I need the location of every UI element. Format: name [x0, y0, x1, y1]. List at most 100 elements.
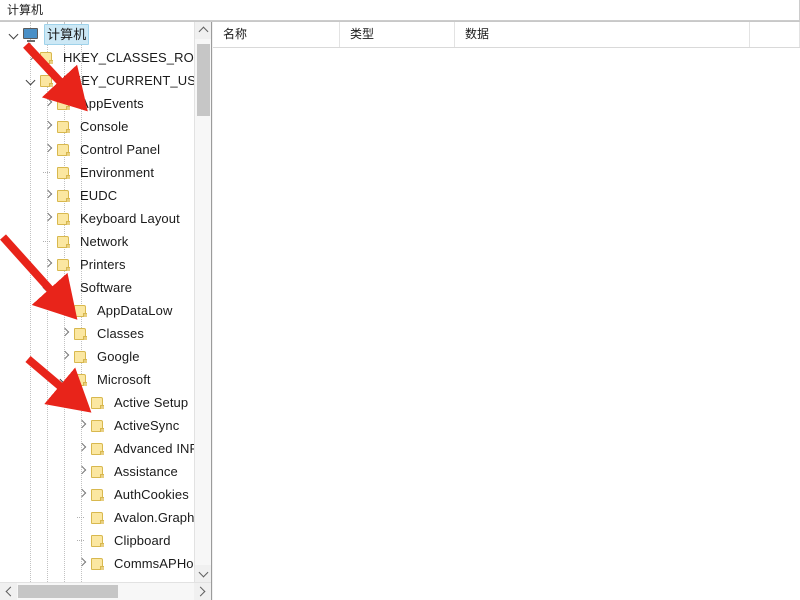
column-header-类型[interactable]: 类型	[340, 22, 455, 47]
registry-tree-viewport[interactable]: 计算机 HKEY_CLASSES_ROOT HKEY_CURRENT_USER App…	[0, 22, 194, 582]
tree-item-google[interactable]: Google	[0, 345, 194, 368]
tree-item-label: Keyboard Layout	[80, 211, 180, 226]
tree-item-authcookies[interactable]: AuthCookies	[0, 483, 194, 506]
expander-collapsed-icon[interactable]	[40, 115, 56, 138]
expander-collapsed-icon[interactable]	[57, 299, 73, 322]
tree-item-label: Environment	[80, 165, 155, 180]
folder-icon	[73, 304, 89, 318]
tree-item-software[interactable]: Software	[0, 276, 194, 299]
folder-icon	[90, 419, 106, 433]
tree-item-label: AuthCookies	[114, 487, 189, 502]
tree-horizontal-scrollbar[interactable]	[0, 582, 211, 600]
tree-item-commsaphost[interactable]: CommsAPHost	[0, 552, 194, 575]
folder-icon	[56, 258, 72, 272]
expander-collapsed-icon[interactable]	[74, 391, 90, 414]
tree-item-eudc[interactable]: EUDC	[0, 184, 194, 207]
tree-item-control-panel[interactable]: Control Panel	[0, 138, 194, 161]
tree-item-label: Software	[80, 280, 133, 295]
tree-item-printers[interactable]: Printers	[0, 253, 194, 276]
folder-icon	[56, 235, 72, 249]
tree-item-label: Avalon.Graphics	[114, 510, 194, 525]
tree-item-console[interactable]: Console	[0, 115, 194, 138]
expander-expanded-icon[interactable]	[57, 368, 73, 391]
tree-item-clipboard[interactable]: Clipboard	[0, 529, 194, 552]
folder-icon	[90, 442, 106, 456]
column-header-spacer-3[interactable]	[750, 22, 800, 47]
tree-vscroll-track[interactable]	[195, 39, 211, 565]
folder-icon	[90, 465, 106, 479]
tree-item-active-setup[interactable]: Active Setup	[0, 391, 194, 414]
expander-collapsed-icon[interactable]	[40, 138, 56, 161]
tree-item-hkey-classes-root[interactable]: HKEY_CLASSES_ROOT	[0, 46, 194, 69]
computer-icon	[22, 27, 40, 42]
tree-item-label: Microsoft	[97, 372, 151, 387]
chevron-down-icon	[198, 567, 209, 578]
tree-item-activesync[interactable]: ActiveSync	[0, 414, 194, 437]
tree-item-hkey-current-user[interactable]: HKEY_CURRENT_USER	[0, 69, 194, 92]
tree-item-label: Active Setup	[114, 395, 189, 410]
main-content: 计算机 HKEY_CLASSES_ROOT HKEY_CURRENT_USER App…	[0, 22, 800, 600]
tree-item-label: AppDataLow	[97, 303, 173, 318]
tree-item-appdatalow[interactable]: AppDataLow	[0, 299, 194, 322]
expander-expanded-icon[interactable]	[23, 69, 39, 92]
expander-collapsed-icon[interactable]	[74, 483, 90, 506]
chevron-left-icon	[5, 586, 16, 597]
tree-item-keyboard-layout[interactable]: Keyboard Layout	[0, 207, 194, 230]
tree-scroll-right-button[interactable]	[194, 583, 211, 600]
folder-icon	[56, 97, 72, 111]
expander-expanded-icon[interactable]	[40, 276, 56, 299]
tree-item-environment[interactable]: Environment	[0, 161, 194, 184]
tree-item-microsoft[interactable]: Microsoft	[0, 368, 194, 391]
registry-tree-pane: 计算机 HKEY_CLASSES_ROOT HKEY_CURRENT_USER App…	[0, 22, 212, 600]
expander-collapsed-icon[interactable]	[40, 184, 56, 207]
tree-hscroll-thumb[interactable]	[18, 585, 118, 598]
address-bar[interactable]: 计算机	[0, 0, 800, 22]
tree-scroll-up-button[interactable]	[195, 22, 211, 39]
tree-item-avalon-graphics[interactable]: Avalon.Graphics	[0, 506, 194, 529]
tree-item-assistance[interactable]: Assistance	[0, 460, 194, 483]
tree-item-label: Control Panel	[80, 142, 161, 157]
folder-icon	[73, 373, 89, 387]
values-column-header: 名称 类型 数据	[213, 22, 800, 48]
folder-icon	[39, 74, 55, 88]
column-header-label: 数据	[465, 27, 490, 41]
tree-item-label: EUDC	[80, 188, 118, 203]
registry-tree: 计算机 HKEY_CLASSES_ROOT HKEY_CURRENT_USER App…	[0, 23, 194, 575]
folder-icon	[56, 166, 72, 180]
tree-item-label: Clipboard	[114, 533, 171, 548]
column-header-数据[interactable]: 数据	[455, 22, 750, 47]
expander-collapsed-icon[interactable]	[74, 460, 90, 483]
expander-collapsed-icon[interactable]	[74, 437, 90, 460]
tree-scroll-down-button[interactable]	[195, 565, 211, 582]
tree-item-appevents[interactable]: AppEvents	[0, 92, 194, 115]
tree-item-label: 计算机	[44, 24, 90, 45]
expander-collapsed-icon[interactable]	[40, 253, 56, 276]
expander-collapsed-icon[interactable]	[57, 322, 73, 345]
expander-collapsed-icon[interactable]	[40, 92, 56, 115]
expander-expanded-icon[interactable]	[6, 23, 22, 46]
tree-item-label: Advanced INF S	[114, 441, 194, 456]
address-bar-input[interactable]: 计算机	[0, 0, 800, 21]
expander-collapsed-icon[interactable]	[23, 46, 39, 69]
tree-vertical-scrollbar[interactable]	[194, 22, 211, 582]
expander-collapsed-icon[interactable]	[74, 552, 90, 575]
expander-collapsed-icon[interactable]	[40, 207, 56, 230]
folder-icon	[39, 51, 55, 65]
values-list-body[interactable]	[213, 48, 800, 600]
tree-item-label: ActiveSync	[114, 418, 180, 433]
column-header-label: 名称	[223, 27, 248, 41]
folder-icon	[90, 511, 106, 525]
expander-collapsed-icon[interactable]	[57, 345, 73, 368]
column-header-名称[interactable]: 名称	[213, 22, 340, 47]
tree-vscroll-thumb[interactable]	[197, 44, 210, 116]
tree-item-label: Assistance	[114, 464, 178, 479]
folder-icon	[56, 189, 72, 203]
tree-item-network[interactable]: Network	[0, 230, 194, 253]
folder-icon	[90, 488, 106, 502]
tree-item-advanced-inf-s[interactable]: Advanced INF S	[0, 437, 194, 460]
tree-scroll-left-button[interactable]	[0, 583, 17, 600]
tree-item-label: Console	[80, 119, 129, 134]
tree-item-classes[interactable]: Classes	[0, 322, 194, 345]
expander-collapsed-icon[interactable]	[74, 414, 90, 437]
tree-item-computer-root[interactable]: 计算机	[0, 23, 194, 46]
